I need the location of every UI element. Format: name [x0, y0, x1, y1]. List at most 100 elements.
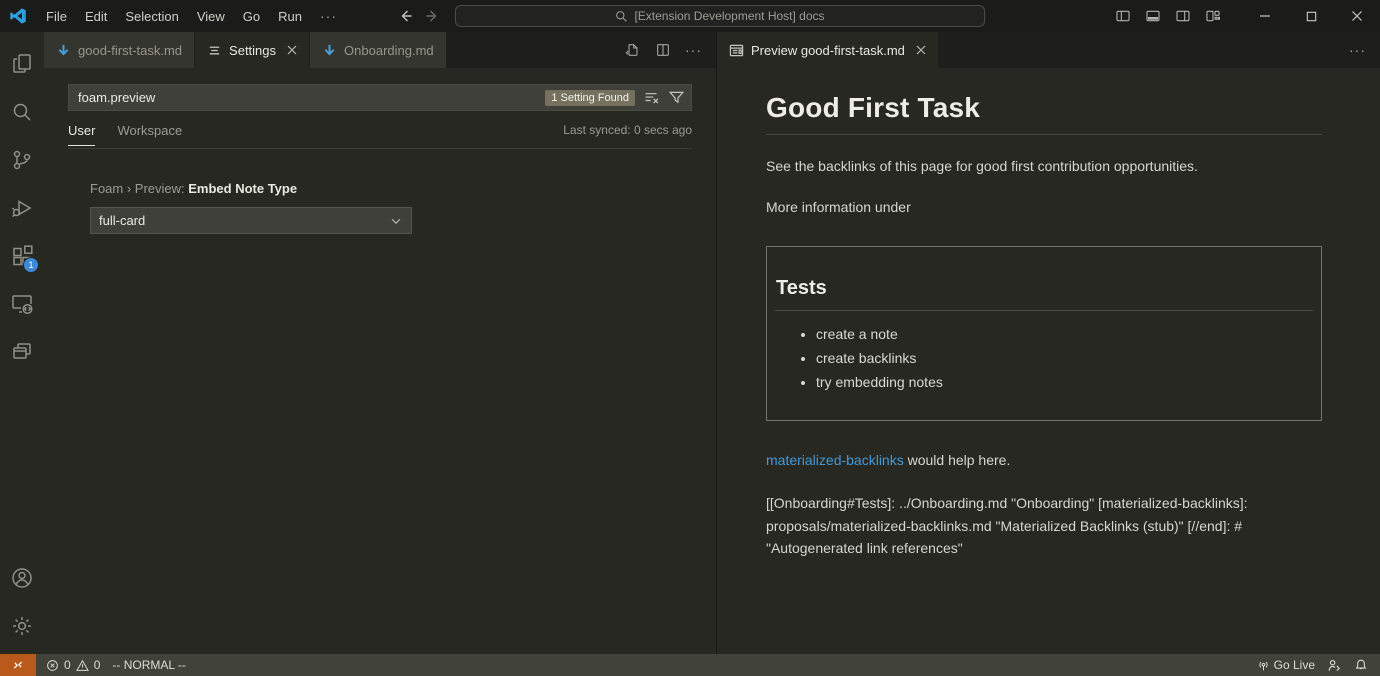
tab-onboarding[interactable]: Onboarding.md — [310, 32, 447, 68]
command-center-search[interactable]: [Extension Development Host] docs — [455, 5, 985, 27]
run-debug-icon[interactable] — [0, 184, 44, 232]
tab-label: Onboarding.md — [344, 43, 434, 58]
right-tabbar: Preview good-first-task.md ··· — [717, 32, 1380, 68]
markdown-file-icon — [56, 43, 71, 58]
settings-search-input[interactable]: foam.preview 1 Setting Found — [68, 84, 692, 111]
tab-label: Preview good-first-task.md — [751, 43, 905, 58]
window-controls — [1108, 0, 1380, 32]
live-share-button[interactable] — [1321, 654, 1348, 676]
embedded-note-card: Tests create a note create backlinks try… — [766, 246, 1322, 421]
menu-file[interactable]: File — [37, 3, 76, 29]
menu-view[interactable]: View — [188, 3, 234, 29]
menu-overflow[interactable]: ··· — [311, 3, 346, 29]
settings-editor-icon — [207, 43, 222, 58]
menu-edit[interactable]: Edit — [76, 3, 116, 29]
extensions-icon[interactable]: 1 — [0, 232, 44, 280]
setting-name: Embed Note Type — [188, 181, 297, 196]
back-arrow-icon[interactable] — [398, 8, 414, 24]
warnings-count: 0 — [94, 658, 101, 672]
vim-mode-label: -- NORMAL -- — [112, 658, 186, 672]
go-live-button[interactable]: Go Live — [1251, 654, 1321, 676]
scope-tab-workspace[interactable]: Workspace — [117, 114, 182, 145]
status-bar: 0 0 -- NORMAL -- Go Live — [0, 654, 1380, 676]
errors-count: 0 — [64, 658, 71, 672]
minimize-button[interactable] — [1242, 0, 1288, 32]
go-live-label: Go Live — [1274, 658, 1315, 672]
forward-arrow-icon[interactable] — [424, 8, 440, 24]
notifications-bell-icon[interactable] — [1348, 654, 1374, 676]
tab-good-first-task[interactable]: good-first-task.md — [44, 32, 195, 68]
accounts-icon[interactable] — [0, 554, 44, 602]
list-item: create backlinks — [816, 350, 1313, 366]
manage-gear-icon[interactable] — [0, 602, 44, 650]
tab-settings[interactable]: Settings — [195, 32, 310, 68]
warnings-icon — [76, 659, 89, 672]
editor-group-preview: Preview good-first-task.md ··· Good Firs… — [717, 32, 1380, 654]
activity-bar: 1 — [0, 32, 44, 654]
editor-group-settings: good-first-task.md Settings Onboarding.m… — [44, 32, 716, 654]
setting-category: Foam › Preview: — [90, 181, 188, 196]
markdown-preview: Good First Task See the backlinks of thi… — [717, 68, 1380, 560]
split-editor-icon[interactable] — [655, 42, 671, 58]
maximize-button[interactable] — [1288, 0, 1334, 32]
search-sidebar-icon[interactable] — [0, 88, 44, 136]
vscode-logo-icon — [9, 7, 27, 25]
close-tab-icon[interactable] — [287, 45, 297, 55]
embed-note-type-select[interactable]: full-card — [90, 207, 412, 234]
settings-editor: foam.preview 1 Setting Found User Worksp… — [44, 68, 716, 234]
h1-rule — [766, 134, 1322, 135]
explorer-icon[interactable] — [0, 40, 44, 88]
source-control-icon[interactable] — [0, 136, 44, 184]
h2-rule — [775, 310, 1313, 311]
editor-actions: ··· — [625, 32, 716, 68]
materialized-backlinks-link[interactable]: materialized-backlinks — [766, 452, 904, 468]
card-heading: Tests — [776, 277, 1313, 300]
menu-run[interactable]: Run — [269, 3, 311, 29]
menu-go[interactable]: Go — [234, 3, 269, 29]
markdown-file-icon — [322, 43, 337, 58]
link-references-paragraph: [[Onboarding#Tests]: ../Onboarding.md "O… — [766, 492, 1322, 560]
open-settings-json-icon[interactable] — [625, 42, 641, 58]
status-bar-right: Go Live — [1251, 654, 1380, 676]
list-item: try embedding notes — [816, 374, 1313, 390]
tab-label: good-first-task.md — [78, 43, 182, 58]
menu-selection[interactable]: Selection — [116, 3, 187, 29]
more-actions-icon[interactable]: ··· — [685, 42, 702, 58]
history-nav — [398, 0, 440, 32]
markdown-preview-icon — [729, 43, 744, 58]
filter-settings-icon[interactable] — [668, 89, 685, 106]
card-bullet-list: create a note create backlinks try embed… — [775, 326, 1313, 390]
windows-panel-icon[interactable] — [0, 328, 44, 376]
extensions-badge: 1 — [23, 257, 39, 273]
errors-icon — [46, 659, 59, 672]
preview-paragraph: materialized-backlinks would help here. — [766, 452, 1322, 468]
setting-row: Foam › Preview: Embed Note Type full-car… — [68, 181, 692, 234]
customize-layout-icon[interactable] — [1198, 0, 1228, 32]
list-item: create a note — [816, 326, 1313, 342]
remote-explorer-icon[interactable] — [0, 280, 44, 328]
clear-search-filters-icon[interactable] — [643, 89, 660, 106]
close-tab-icon[interactable] — [916, 45, 926, 55]
left-tabbar: good-first-task.md Settings Onboarding.m… — [44, 32, 716, 68]
toggle-panel-icon[interactable] — [1138, 0, 1168, 32]
vim-mode-indicator[interactable]: -- NORMAL -- — [106, 654, 192, 676]
titlebar: File Edit Selection View Go Run ··· [Ext… — [0, 0, 1380, 32]
scope-tab-user[interactable]: User — [68, 114, 95, 146]
tab-preview-good-first-task[interactable]: Preview good-first-task.md — [717, 32, 939, 68]
more-actions-icon[interactable]: ··· — [1349, 42, 1366, 58]
remote-indicator[interactable] — [0, 654, 36, 676]
preview-h1: Good First Task — [766, 92, 1322, 124]
problems-status[interactable]: 0 0 — [40, 654, 106, 676]
activity-bar-bottom — [0, 554, 44, 650]
tab-label: Settings — [229, 43, 276, 58]
toggle-secondary-sidebar-icon[interactable] — [1168, 0, 1198, 32]
broadcast-icon — [1257, 659, 1270, 672]
preview-paragraph: More information under — [766, 199, 1322, 215]
chevron-down-icon — [389, 214, 403, 228]
last-synced-label: Last synced: 0 secs ago — [563, 123, 692, 137]
close-window-button[interactable] — [1334, 0, 1380, 32]
link-tail-text: would help here. — [904, 452, 1011, 468]
toggle-primary-sidebar-icon[interactable] — [1108, 0, 1138, 32]
preview-paragraph: See the backlinks of this page for good … — [766, 158, 1322, 174]
live-share-icon — [1327, 658, 1342, 673]
